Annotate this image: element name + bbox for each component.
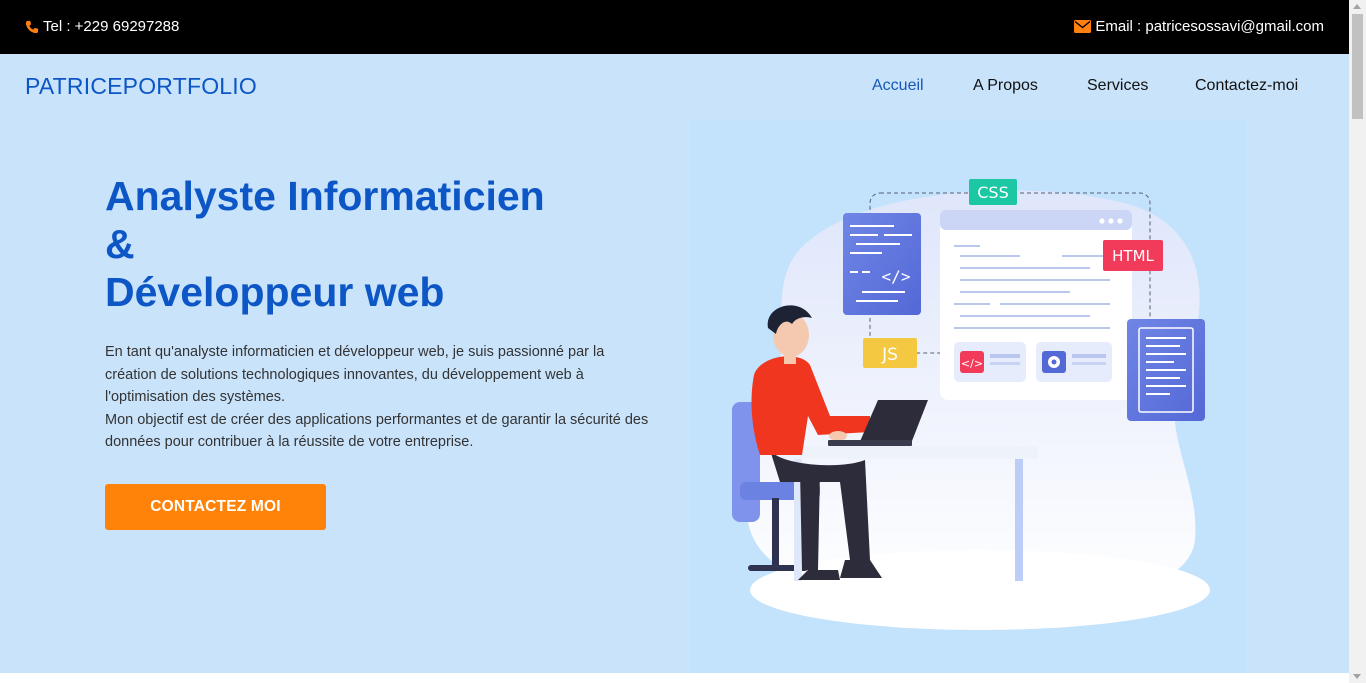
scroll-down-arrow-icon[interactable]	[1353, 674, 1361, 679]
nav-item-a-propos[interactable]: A Propos	[973, 77, 1038, 95]
description-line: données pour contribuer à la réussite de…	[105, 434, 474, 450]
html-tag: HTML	[1112, 247, 1154, 265]
css-tag: CSS	[977, 183, 1008, 202]
contact-me-button[interactable]: CONTACTEZ MOI	[105, 484, 326, 530]
email-address-text: Email : patricesossavi@gmail.com	[1095, 18, 1324, 35]
envelope-icon	[1074, 20, 1092, 33]
description-line: l'optimisation des systèmes.	[105, 389, 286, 405]
js-tag: JS	[881, 345, 898, 365]
scrollbar-thumb[interactable]	[1352, 14, 1363, 119]
phone-number-text: Tel : +229 69297288	[43, 18, 180, 35]
hero-section: PATRICEPORTFOLIO Accueil A Propos Servic…	[0, 54, 1349, 673]
phone-icon	[25, 20, 39, 33]
nav-item-contactez-moi[interactable]: Contactez-moi	[1195, 77, 1298, 95]
brand-logo[interactable]: PATRICEPORTFOLIO	[25, 73, 257, 100]
hero-title: Analyste Informaticien & Développeur web	[105, 172, 545, 316]
page-scrollbar[interactable]	[1349, 0, 1366, 683]
email-contact: Email : patricesossavi@gmail.com	[1074, 18, 1324, 35]
scroll-up-arrow-icon[interactable]	[1353, 4, 1361, 9]
hero-title-line: Analyste Informaticien	[105, 173, 545, 219]
page-bottom-strip	[0, 673, 1349, 683]
svg-text:</>: </>	[961, 357, 983, 370]
description-line: En tant qu'analyste informaticien et dév…	[105, 344, 605, 360]
nav-item-services[interactable]: Services	[1087, 77, 1148, 95]
hero-description: En tant qu'analyste informaticien et dév…	[105, 341, 665, 454]
top-contact-bar: Tel : +229 69297288 Email : patricesossa…	[0, 0, 1349, 54]
developer-at-desk-illustration: </> CSS HTML </> JS	[732, 179, 1210, 630]
description-line: Mon objectif est de créer des applicatio…	[105, 411, 649, 428]
svg-text:</>: </>	[882, 267, 911, 286]
developer-illustration: </> CSS HTML </> JS	[690, 120, 1246, 673]
hero-title-line: Développeur web	[105, 269, 445, 315]
description-line: création de solutions technologiques inn…	[105, 366, 584, 383]
hero-title-line: &	[105, 221, 135, 267]
phone-contact: Tel : +229 69297288	[25, 18, 179, 35]
nav-item-accueil[interactable]: Accueil	[872, 77, 924, 95]
